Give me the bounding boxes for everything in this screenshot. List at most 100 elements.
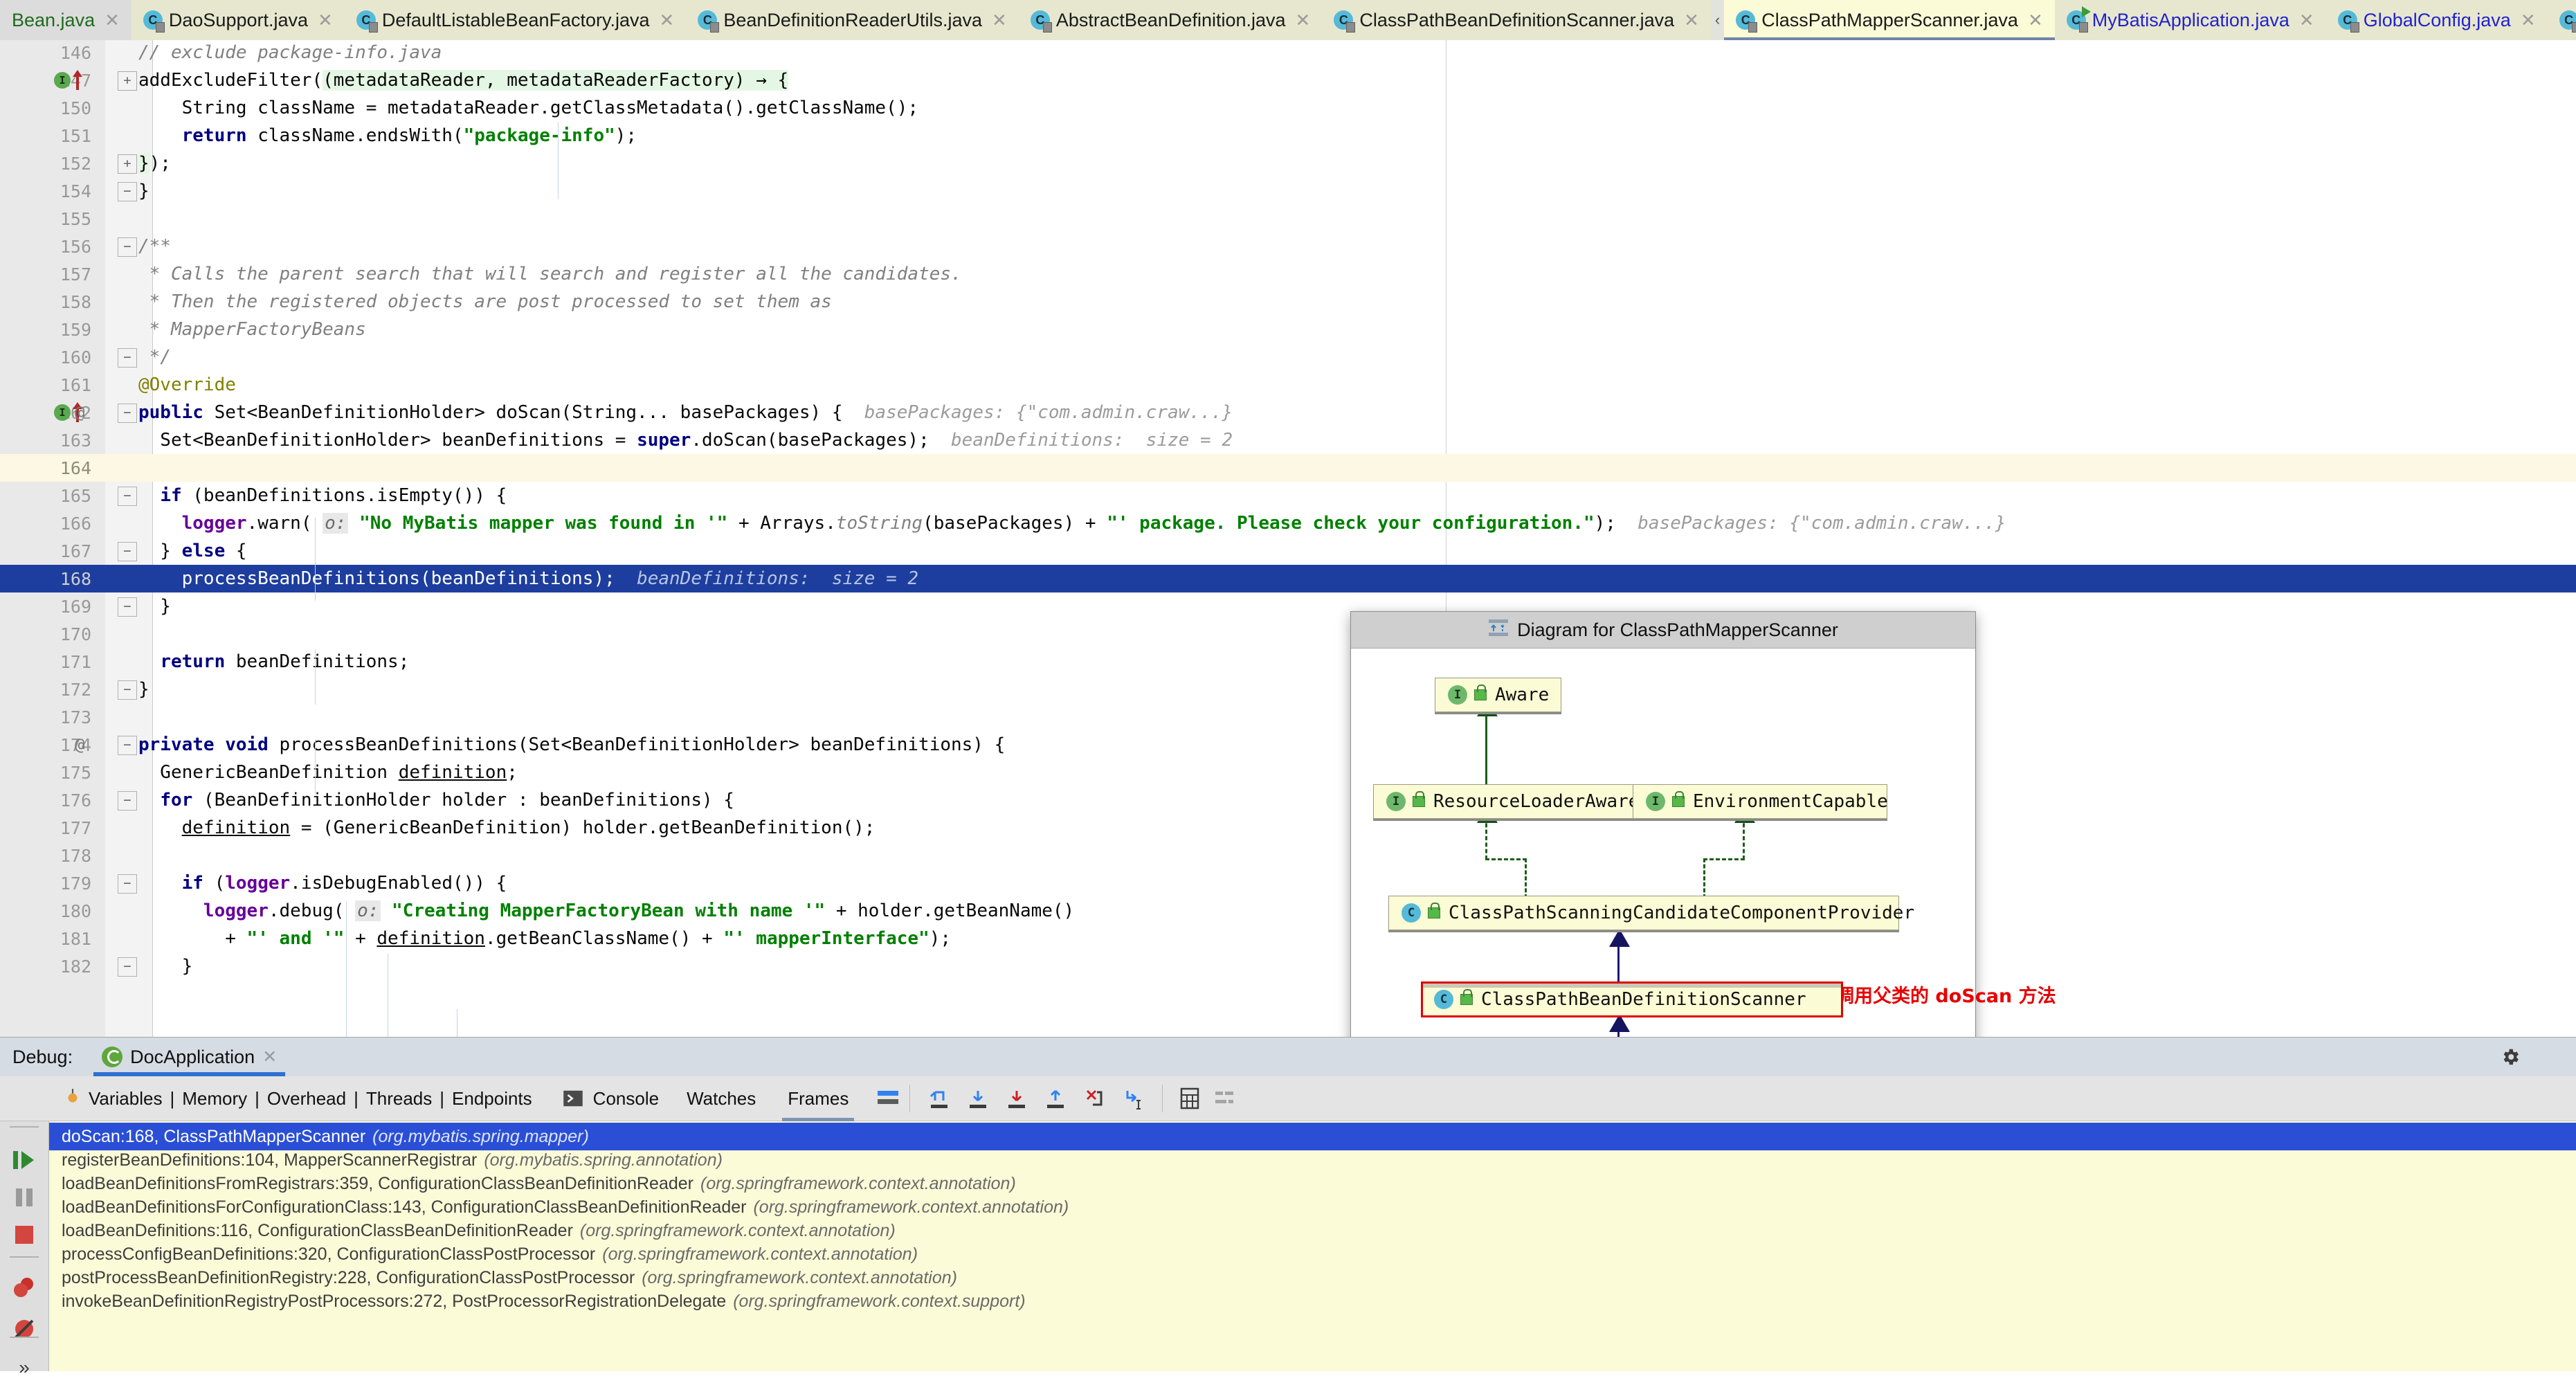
uml-node-envc[interactable]: I EnvironmentCapable <box>1633 784 1888 819</box>
editor-tab-beandefinitionreaderutils-java[interactable]: C BeanDefinitionReaderUtils.java ✕ <box>686 0 1019 40</box>
code-line[interactable]: 176 for (BeanDefinitionHolder holder : b… <box>0 786 2576 814</box>
code-editor[interactable]: 146 // exclude package-info.java 147addExc… <box>0 40 2576 1037</box>
code-lines[interactable]: 146 // exclude package-info.java 147addExc… <box>0 40 2576 1037</box>
tab-frames[interactable]: Frames <box>778 1088 858 1122</box>
tab-endpoints[interactable]: Endpoints <box>449 1088 535 1110</box>
fold-toggle[interactable]: − <box>118 542 137 561</box>
step-over-icon[interactable] <box>959 1087 997 1110</box>
fold-toggle[interactable]: − <box>118 487 137 506</box>
code-line[interactable]: 151 return className.endsWith("package-i… <box>0 122 2576 150</box>
close-icon[interactable]: ✕ <box>262 1047 277 1067</box>
fold-toggle[interactable]: + <box>118 154 137 174</box>
stop-button[interactable] <box>7 1217 42 1252</box>
code-line[interactable]: 154} <box>0 177 2576 205</box>
code-line[interactable]: 177 definition = (GenericBeanDefinition)… <box>0 814 2576 842</box>
step-into-icon[interactable] <box>997 1087 1036 1110</box>
layout-settings-icon[interactable] <box>876 1088 900 1109</box>
gear-icon[interactable] <box>2500 1047 2521 1067</box>
code-line[interactable]: 168 processBeanDefinitions(beanDefinitio… <box>0 565 2576 592</box>
code-line[interactable]: 165 if (beanDefinitions.isEmpty()) { <box>0 482 2576 509</box>
fold-toggle[interactable]: − <box>118 791 137 811</box>
code-line[interactable]: 181 + "' and '" + definition.getBeanClas… <box>0 925 2576 952</box>
close-icon[interactable]: ✕ <box>2521 10 2536 31</box>
tab-memory[interactable]: Memory <box>179 1088 250 1110</box>
tab-threads[interactable]: Threads <box>363 1088 435 1110</box>
code-line[interactable]: 167 } else { <box>0 537 2576 565</box>
editor-tab-classpathmapperscanner-java[interactable]: C ClassPathMapperScanner.java ✕ <box>1724 0 2055 41</box>
fold-toggle[interactable]: − <box>118 874 137 894</box>
tab-variables[interactable]: Variables <box>86 1088 165 1110</box>
overriding-method-gutter-icon[interactable]: I <box>54 70 94 91</box>
run-to-cursor-icon[interactable] <box>1114 1087 1152 1110</box>
resume-program-button[interactable] <box>7 1143 42 1177</box>
debug-session-tab[interactable]: DocApplication ✕ <box>93 1038 286 1076</box>
code-line[interactable]: 160 */ <box>0 343 2576 371</box>
code-line[interactable]: 156 /** <box>0 233 2576 260</box>
editor-tab-abstractbeandefinition-java[interactable]: C AbstractBeanDefinition.java ✕ <box>1018 0 1323 40</box>
uml-node-cpbds[interactable]: C ClassPathBeanDefinitionScanner <box>1421 981 1843 1017</box>
fold-toggle[interactable]: − <box>118 182 137 201</box>
editor-tab-mybatisapplication-java[interactable]: C MyBatisApplication.java ✕ <box>2054 0 2326 40</box>
code-line[interactable]: 147addExcludeFilter((metadataReader, met… <box>0 66 2576 94</box>
code-line[interactable]: 152}); <box>0 150 2576 177</box>
fold-toggle[interactable]: + <box>118 71 137 91</box>
tab-console[interactable]: Console <box>583 1088 669 1110</box>
close-icon[interactable]: ✕ <box>1296 10 1311 31</box>
code-line[interactable]: 172} <box>0 676 2576 703</box>
show-execution-point-icon[interactable] <box>920 1087 959 1110</box>
frames-list[interactable]: doScan:168, ClassPathMapperScanner (org.m… <box>49 1121 2576 1371</box>
fold-toggle[interactable]: − <box>118 680 137 700</box>
fold-toggle[interactable]: − <box>118 597 137 617</box>
expand-sidebar-button[interactable]: » <box>7 1350 42 1385</box>
step-out-icon[interactable] <box>1036 1087 1075 1110</box>
annotation-gutter-marker[interactable]: @ <box>75 735 84 754</box>
editor-tab-bean-java[interactable]: Bean.java ✕ <box>0 0 131 40</box>
debug-tab-group[interactable]: Variables | Memory | Overhead | Threads … <box>64 1085 1242 1122</box>
code-line[interactable]: 157 * Calls the parent search that will … <box>0 260 2576 288</box>
fold-toggle[interactable]: − <box>118 957 137 977</box>
code-line[interactable]: 163 Set<BeanDefinitionHolder> beanDefini… <box>0 426 2576 454</box>
code-line[interactable]: 159 * MapperFactoryBeans <box>0 316 2576 343</box>
code-line[interactable]: 174 private void processBeanDefinitions(S… <box>0 731 2576 759</box>
close-icon[interactable]: ✕ <box>992 10 1007 31</box>
code-line[interactable]: 158 * Then the registered objects are po… <box>0 288 2576 316</box>
debug-toolbar[interactable]: Variables | Memory | Overhead | Threads … <box>0 1076 2576 1122</box>
evaluate-expression-icon[interactable] <box>1172 1087 1207 1110</box>
uml-node-rla[interactable]: I ResourceLoaderAware <box>1373 784 1640 819</box>
fold-toggle[interactable]: − <box>118 404 137 423</box>
code-line[interactable]: 173 <box>0 703 2576 731</box>
close-icon[interactable]: ✕ <box>1684 10 1699 31</box>
code-line[interactable]: 179 if (logger.isDebugEnabled()) { <box>0 869 2576 897</box>
code-line[interactable]: 169 } <box>0 592 2576 620</box>
code-line[interactable]: 180 logger.debug( o: "Creating MapperFac… <box>0 897 2576 925</box>
close-icon[interactable]: ✕ <box>2299 10 2314 31</box>
drop-frame-icon[interactable] <box>1075 1087 1114 1110</box>
pause-program-button[interactable] <box>7 1180 42 1215</box>
code-line[interactable]: 175 GenericBeanDefinition definition; <box>0 759 2576 786</box>
editor-tab-daosupport-java[interactable]: C DaoSupport.java ✕ <box>131 0 345 40</box>
code-line[interactable]: 178 <box>0 842 2576 869</box>
settings-lines-icon[interactable] <box>1207 1088 1242 1109</box>
fold-toggle[interactable]: − <box>118 348 137 368</box>
code-line[interactable]: 182 } <box>0 952 2576 980</box>
code-line[interactable]: 155 <box>0 205 2576 233</box>
code-line[interactable]: 146 // exclude package-info.java <box>0 40 2576 66</box>
code-line[interactable]: 161 @Override <box>0 371 2576 399</box>
editor-tab-globalconfig-java[interactable]: C GlobalConfig.java ✕ <box>2325 0 2548 40</box>
close-icon[interactable]: ✕ <box>2028 10 2043 31</box>
editor-tab-classpathbeandefinitionscanner-java[interactable]: C ClassPathBeanDefinitionScanner.java ✕ <box>1322 0 1711 40</box>
tabs-scroll-left-icon[interactable]: ‹ <box>1711 0 1724 40</box>
close-icon[interactable]: ✕ <box>660 10 675 31</box>
editor-tab-defaultlistablebeanfactory-java[interactable]: C DefaultListableBeanFactory.java ✕ <box>344 0 687 40</box>
code-line[interactable]: 150 String className = metadataReader.ge… <box>0 94 2576 122</box>
code-line[interactable]: 171 return beanDefinitions; <box>0 648 2576 676</box>
code-line[interactable]: 166 logger.warn( o: "No MyBatis mapper w… <box>0 509 2576 537</box>
view-breakpoints-button[interactable] <box>7 1270 42 1305</box>
annotation-gutter-marker[interactable]: @ <box>75 403 84 422</box>
overriding-method-gutter-icon[interactable]: I <box>54 402 94 423</box>
code-line[interactable]: 164 <box>0 454 2576 482</box>
tab-overhead[interactable]: Overhead <box>264 1088 349 1110</box>
code-line[interactable]: 162public Set<BeanDefinitionHolder> doSc… <box>0 399 2576 426</box>
editor-tab-mybatisbaomidouserviceimpl-java[interactable]: CMyBatisBaomidouServiceImpl.java✕ <box>2547 0 2576 40</box>
frame-row[interactable]: invokeBeanDefinitionRegistryPostProcesso… <box>49 1287 2576 1315</box>
